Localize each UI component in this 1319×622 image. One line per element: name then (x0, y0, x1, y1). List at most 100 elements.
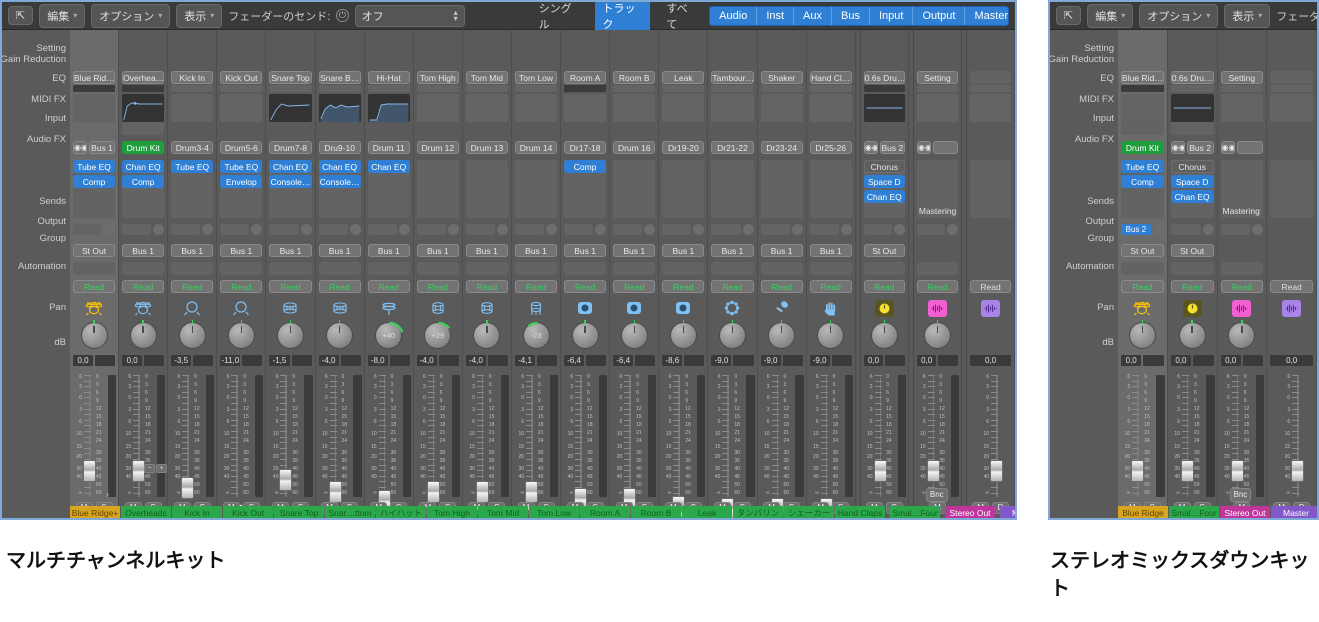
pan-knob[interactable]: -23 (523, 322, 550, 349)
pan-knob[interactable] (817, 322, 844, 349)
filter-audio[interactable]: Audio (710, 7, 757, 25)
view-mode-シングル[interactable]: シングル (531, 0, 587, 34)
mute-button[interactable]: M (125, 502, 142, 514)
db-value[interactable]: 0,0 (864, 355, 884, 366)
setting-button[interactable]: Tambour… (711, 71, 753, 84)
menu-view[interactable]: 表示▾ (1224, 4, 1270, 28)
eq-thumbnail[interactable] (171, 94, 213, 122)
channel-strip[interactable]: Snare TopDrum7-8Chan EQConsole…Bus 1Read… (266, 30, 315, 518)
input-button[interactable]: Drum7-8 (269, 141, 311, 154)
setting-slot-empty[interactable] (1270, 71, 1313, 84)
filter-input[interactable]: Input (870, 7, 913, 25)
setting-button[interactable]: Snare B… (319, 71, 361, 84)
fader-cap[interactable] (525, 481, 538, 503)
input-button[interactable]: Drum 11 (368, 141, 410, 154)
db-value[interactable]: -8,6 (662, 355, 682, 366)
send-slot[interactable] (864, 224, 892, 235)
channel-icon[interactable] (73, 298, 115, 318)
eq-thumbnail[interactable] (662, 94, 704, 122)
dim-button[interactable]: D (992, 502, 1009, 514)
fader-size-stepper[interactable]: − + (144, 464, 167, 473)
menu-edit[interactable]: 編集▾ (1087, 4, 1133, 28)
db-value[interactable]: 0,0 (1171, 355, 1191, 366)
automation-mode-button[interactable]: Read (1171, 280, 1214, 293)
db-value[interactable]: -6,4 (613, 355, 633, 366)
send-level-knob[interactable] (251, 224, 262, 235)
eq-thumbnail[interactable] (1171, 94, 1214, 122)
nav-back-button[interactable]: ⇱ (8, 6, 33, 25)
mute-button[interactable]: M (1174, 502, 1191, 514)
db-value[interactable]: 0,0 (73, 355, 93, 366)
send-level-knob[interactable] (841, 224, 852, 235)
volume-fader[interactable] (132, 375, 144, 497)
channel-icon[interactable] (662, 298, 704, 318)
db-value[interactable]: 0,0 (122, 355, 142, 366)
mute-button[interactable]: M (1124, 502, 1141, 514)
channel-icon[interactable] (564, 298, 606, 318)
mute-button[interactable]: M (616, 502, 633, 514)
mute-button[interactable]: M (929, 502, 946, 514)
group-slot[interactable] (1121, 262, 1164, 275)
channel-icon[interactable] (122, 298, 164, 318)
send-slot[interactable] (417, 224, 446, 235)
pan-knob[interactable] (924, 322, 951, 349)
send-slot[interactable] (810, 224, 839, 235)
send-slot[interactable]: Bus 2 (1121, 224, 1151, 235)
solo-button[interactable]: S (341, 502, 358, 514)
output-button[interactable]: Bus 1 (564, 244, 606, 257)
channel-icon[interactable] (417, 298, 459, 318)
automation-mode-button[interactable]: Read (515, 280, 557, 293)
solo-button[interactable]: S (439, 502, 456, 514)
channel-icon[interactable] (171, 298, 213, 318)
solo-button[interactable]: S (390, 502, 407, 514)
setting-button[interactable]: Hand Cl… (810, 71, 852, 84)
bounce-button[interactable]: Bnc (926, 488, 948, 502)
channel-icon[interactable] (515, 298, 557, 318)
mute-button[interactable]: M (1273, 502, 1290, 514)
fader-cap[interactable] (476, 481, 489, 503)
stereo-link-icon[interactable]: ◉◉ (864, 141, 878, 154)
setting-button[interactable]: 0.6s Dru… (864, 71, 905, 84)
mute-button[interactable]: M (223, 502, 240, 514)
automation-mode-button[interactable]: Read (368, 280, 410, 293)
power-icon[interactable]: ⏻ (336, 9, 348, 22)
pan-knob[interactable] (228, 322, 255, 349)
setting-button[interactable]: Tom Mid (466, 71, 508, 84)
fader-cap[interactable] (279, 469, 292, 491)
setting-button[interactable]: Leak (662, 71, 704, 84)
channel-strip[interactable]: Snare B…Dru9-10Chan EQConsole…Bus 1Read … (316, 30, 365, 518)
input-button[interactable]: Drum 14 (515, 141, 557, 154)
mute-button[interactable]: M (419, 502, 436, 514)
setting-button[interactable]: Kick Out (220, 71, 262, 84)
volume-fader[interactable] (1131, 375, 1143, 497)
filter-master-v[interactable]: Master/V (965, 7, 1009, 25)
automation-mode-button[interactable]: Read (711, 280, 753, 293)
channel-strip[interactable]: 0.6s Dru…◉◉Bus 2ChorusSpace DChan EQSt O… (1168, 30, 1218, 518)
send-slot[interactable] (319, 224, 348, 235)
send-slot[interactable] (564, 224, 593, 235)
audio-fx-slot[interactable]: Chan EQ (319, 160, 361, 173)
fader-cap[interactable] (1181, 460, 1194, 482)
solo-button[interactable]: S (538, 502, 555, 514)
eq-thumbnail[interactable] (613, 94, 655, 122)
eq-thumbnail[interactable] (1121, 94, 1164, 122)
eq-thumbnail[interactable] (515, 94, 557, 122)
db-value[interactable]: 0,0 (1221, 355, 1241, 366)
eq-thumbnail[interactable] (761, 94, 803, 122)
output-button[interactable]: Bus 1 (171, 244, 213, 257)
volume-fader[interactable] (927, 375, 939, 497)
solo-button[interactable]: S (243, 502, 260, 514)
output-button[interactable]: Bus 1 (810, 244, 852, 257)
filter-inst[interactable]: Inst (757, 7, 794, 25)
pan-knob[interactable] (1228, 322, 1255, 349)
increase-button[interactable]: + (156, 464, 167, 473)
input-button[interactable]: Dr19-20 (662, 141, 704, 154)
automation-mode-button[interactable]: Read (319, 280, 361, 293)
input-button[interactable]: Drum3-4 (171, 141, 213, 154)
dim-button[interactable]: D (1293, 502, 1310, 514)
volume-fader[interactable] (672, 375, 684, 497)
pan-knob[interactable] (81, 322, 108, 349)
setting-button[interactable]: Blue Rid… (1121, 71, 1164, 84)
audio-fx-slot[interactable]: Tube EQ (73, 160, 115, 173)
channel-icon[interactable] (466, 298, 508, 318)
